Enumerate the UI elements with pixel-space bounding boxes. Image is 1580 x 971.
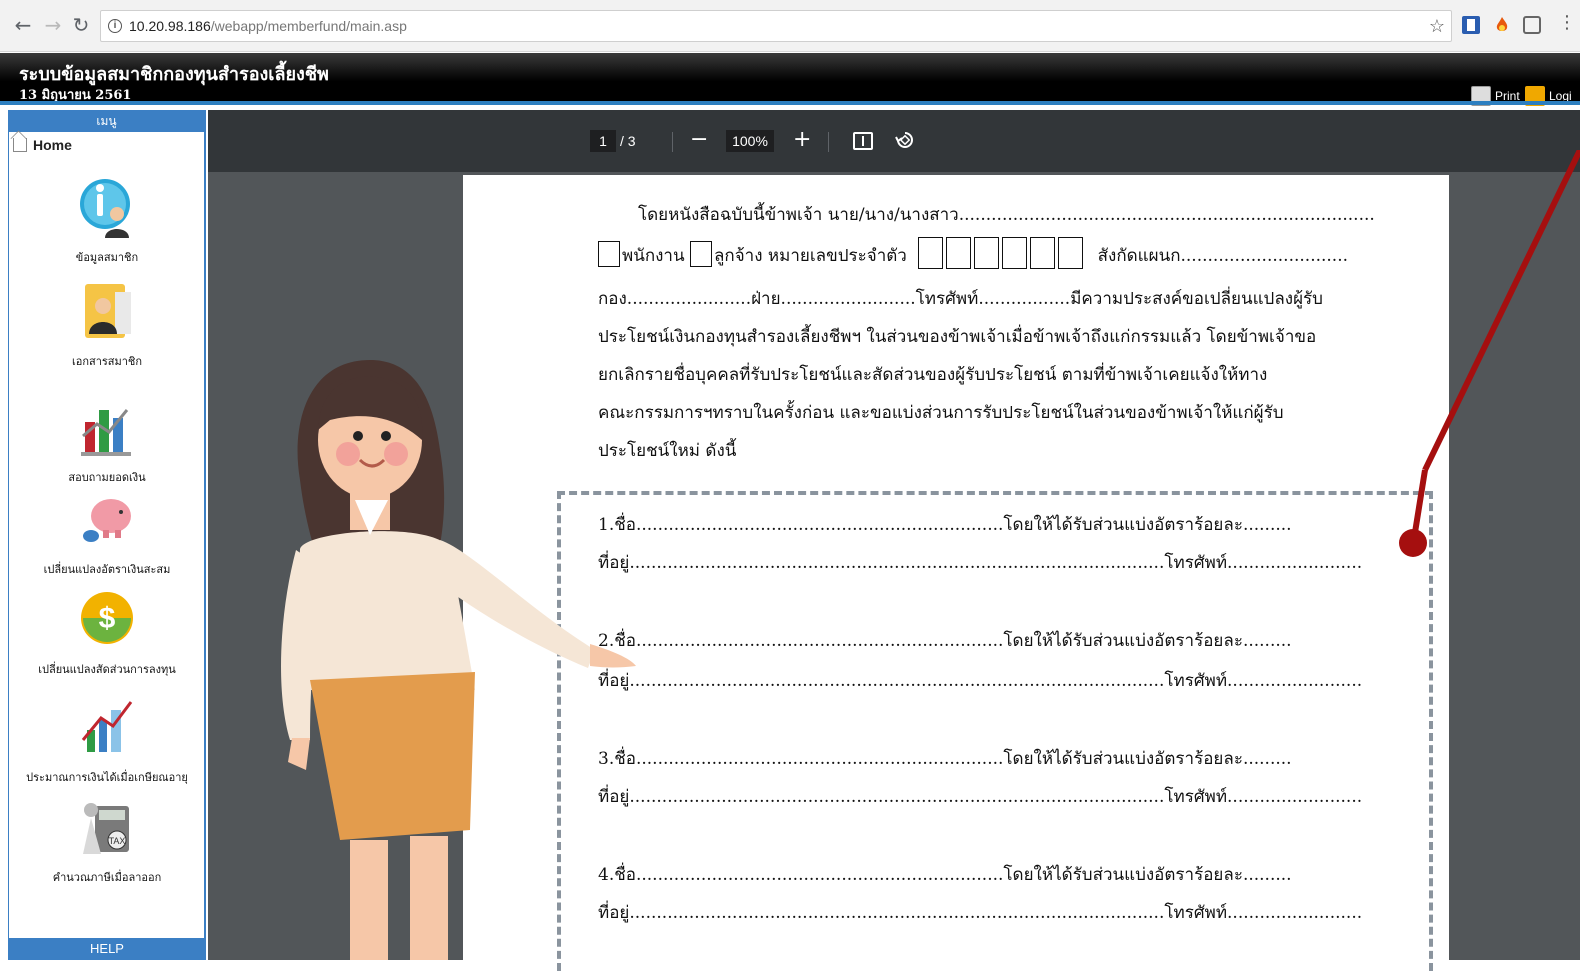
reload-icon[interactable]: ↻ [70,12,92,38]
id-number-boxes [918,237,1086,274]
url-host: 10.20.98.186 [129,18,211,34]
print-button[interactable]: Print [1471,86,1520,106]
help-button[interactable]: HELP [9,938,205,960]
printer-icon [1471,86,1491,106]
sidebar-item-member-info[interactable]: ข้อมูลสมาชิก [9,176,205,266]
home-link[interactable]: Home [13,137,72,153]
sidebar-item-member-documents[interactable]: เอกสารสมาชิก [9,280,205,370]
sidebar-item-retirement-estimate[interactable]: ประมาณการเงินได้เมื่อเกษียณอายุ [9,696,205,786]
svg-text:$: $ [99,602,116,635]
beneficiary-address-line: ที่อยู่.................................… [598,903,1363,923]
sidebar-item-label: สอบถามยอดเงิน [68,471,146,484]
bar-chart-icon [81,409,131,456]
growth-chart-icon [81,701,133,752]
zoom-level-input[interactable]: 100% [726,130,774,152]
fit-page-icon[interactable] [853,132,873,150]
sidebar-item-label: เปลี่ยนแปลงอัตราเงินสะสม [43,563,171,576]
sidebar-item-tax-calculation[interactable]: TAX คำนวณภาษีเมื่อลาออก [9,796,205,886]
toolbar-divider [828,132,829,152]
zoom-in-icon[interactable]: + [793,126,811,154]
sidebar-item-label: ข้อมูลสมาชิก [75,251,139,264]
toolbar-divider [672,132,673,152]
document-line: ประโยชน์เงินกองทุนสำรองเลี้ยงชีพฯ ในส่วน… [598,327,1317,347]
sidebar-item-balance-inquiry[interactable]: สอบถามยอดเงิน [9,396,205,486]
document-person-icon [85,284,131,338]
document-line-employee-type: พนักงาน ลูกจ้าง หมายเลขประจำตัว สังกัดแผ… [598,237,1348,274]
tax-calculator-icon: TAX [83,803,129,854]
login-label: Logi [1549,89,1572,103]
sidebar-item-investment-allocation[interactable]: $ เปลี่ยนแปลงสัดส่วนการลงทุน [9,588,205,678]
beneficiary-name-line: 2.ชื่อ..................................… [598,631,1292,651]
document-line: กอง.......................ฝ่าย..........… [598,289,1323,309]
document-line: คณะกรรมการฯทราบในครั้งก่อน และขอแบ่งส่วน… [598,403,1284,423]
employee-checkbox [598,241,620,267]
svg-text:TAX: TAX [109,836,126,846]
beneficiary-address-line: ที่อยู่.................................… [598,671,1363,691]
extension-icon[interactable] [1523,16,1541,34]
document-text: สังกัดแผนก..............................… [1097,246,1349,266]
print-label: Print [1495,89,1520,103]
key-icon [1525,86,1545,106]
info-person-icon [80,179,130,238]
beneficiary-address-line: ที่อยู่.................................… [598,787,1363,807]
beneficiary-name-line: 1.ชื่อ..................................… [598,515,1292,535]
home-icon [13,138,27,152]
sidebar-item-label: ประมาณการเงินได้เมื่อเกษียณอายุ [26,771,188,784]
sidebar-item-label: เปลี่ยนแปลงสัดส่วนการลงทุน [38,663,176,676]
beneficiary-name-line: 3.ชื่อ..................................… [598,749,1292,769]
page-number-input[interactable]: 1 [590,130,616,152]
bookmark-star-icon[interactable]: ☆ [1429,11,1445,41]
app-date: 13 มิถุนายน 2561 [19,88,132,103]
contractor-checkbox [690,241,712,267]
forward-arrow-icon[interactable]: → [42,12,64,38]
browser-chrome: ← → ↻ i 10.20.98.186/webapp/memberfund/m… [0,0,1580,52]
document-line: โดยหนังสือฉบับนี้ข้าพเจ้า นาย/นาง/นางสาว… [638,205,1375,225]
sidebar-item-label: เอกสารสมาชิก [71,355,143,368]
page-total: / 3 [620,133,636,149]
sidebar-menu: เมนู Home ข้อมูลสมาชิก เอกสารสมาชิก สอบถ… [8,110,206,960]
address-bar[interactable]: i 10.20.98.186/webapp/memberfund/main.as… [100,10,1452,42]
red-pointer-arrow [1399,150,1580,557]
document-text: พนักงาน [622,246,685,266]
home-label: Home [33,137,72,153]
piggy-bank-icon [83,499,131,542]
browser-menu-icon[interactable]: ⋮ [1558,12,1576,33]
pdf-toolbar: 1 / 3 − 100% + [208,110,1580,172]
zoom-out-icon[interactable]: − [690,126,708,154]
document-line: ยกเลิกรายชื่อบุคคลที่รับประโยชน์และสัดส่… [598,365,1268,385]
beneficiary-name-line: 4.ชื่อ..................................… [598,865,1292,885]
rotate-icon[interactable] [895,130,915,150]
app-header: ระบบข้อมูลสมาชิกกองทุนสำรองเลี้ยงชีพ 13 … [0,53,1580,106]
sidebar-item-label: คำนวณภาษีเมื่อลาออก [52,871,162,884]
login-button[interactable]: Logi [1525,86,1572,106]
sidebar-item-savings-rate[interactable]: เปลี่ยนแปลงอัตราเงินสะสม [9,488,205,578]
document-text: ลูกจ้าง หมายเลขประจำตัว [714,246,907,266]
dollar-coin-icon: $ [81,592,133,644]
presenter-illustration [281,360,636,960]
sidebar-header: เมนู [9,110,204,132]
bookmark-extension-icon[interactable] [1462,16,1480,34]
back-arrow-icon[interactable]: ← [12,12,34,38]
info-icon[interactable]: i [108,19,122,33]
url-path: /webapp/memberfund/main.asp [210,18,407,34]
flame-extension-icon[interactable] [1493,16,1511,34]
beneficiary-address-line: ที่อยู่.................................… [598,553,1363,573]
